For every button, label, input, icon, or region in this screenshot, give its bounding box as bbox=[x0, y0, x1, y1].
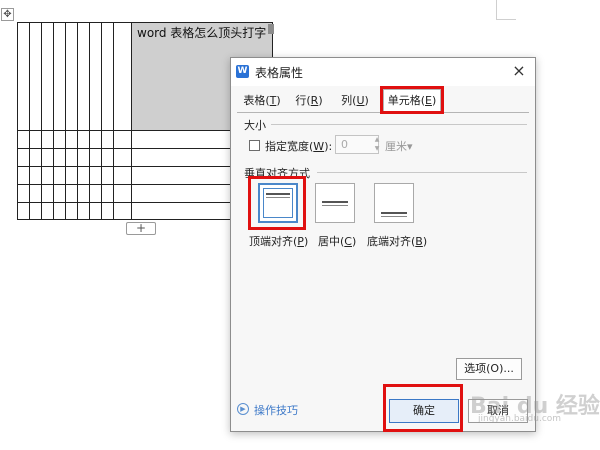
align-center-label-end: ) bbox=[351, 235, 357, 248]
align-center-option[interactable] bbox=[315, 183, 355, 223]
tab-table[interactable]: 表格(T) bbox=[237, 91, 287, 111]
align-center-label[interactable]: 居中(C) bbox=[318, 233, 356, 249]
selection-end-marker bbox=[268, 24, 274, 34]
highlight-ok-button bbox=[383, 384, 463, 432]
close-button[interactable]: × bbox=[509, 61, 529, 81]
width-label-end: ): bbox=[324, 140, 333, 153]
width-spinner-icon[interactable]: ▲ ▼ bbox=[373, 135, 381, 154]
align-center-icon-line bbox=[322, 205, 348, 206]
align-bottom-label-text: 底端对齐( bbox=[367, 235, 416, 248]
table-move-handle-icon[interactable]: ✥ bbox=[1, 8, 14, 21]
tab-column[interactable]: 列(U) bbox=[335, 91, 375, 111]
play-circle-icon[interactable]: ▶ bbox=[237, 403, 249, 415]
size-section-label: 大小 bbox=[244, 119, 266, 132]
tab-table-end: ) bbox=[276, 94, 281, 107]
align-center-icon bbox=[322, 201, 348, 203]
dialog-title: 表格属性 bbox=[255, 66, 304, 80]
width-label-key: W bbox=[313, 140, 325, 153]
operation-tips-link[interactable]: 操作技巧 bbox=[254, 402, 298, 418]
size-section-divider bbox=[271, 124, 527, 125]
align-bottom-label[interactable]: 底端对齐(B) bbox=[367, 233, 427, 249]
specify-width-checkbox[interactable] bbox=[249, 140, 260, 151]
wps-writer-icon: W bbox=[236, 65, 249, 78]
align-bottom-icon-line bbox=[381, 216, 407, 217]
highlight-align-top bbox=[248, 176, 306, 230]
tab-row-end: ) bbox=[318, 94, 323, 107]
dialog-titlebar[interactable]: W 表格属性 × bbox=[231, 58, 535, 86]
align-top-label-key: P bbox=[297, 235, 304, 248]
align-top-label[interactable]: 顶端对齐(P) bbox=[249, 233, 308, 249]
align-bottom-label-key: B bbox=[415, 235, 423, 248]
highlight-cell-tab bbox=[380, 86, 444, 114]
tab-table-label: 表格( bbox=[243, 94, 270, 107]
align-top-label-end: ) bbox=[303, 235, 309, 248]
tab-row-label: 行( bbox=[295, 94, 311, 107]
page-corner-mark bbox=[496, 0, 516, 20]
valign-section-divider bbox=[317, 172, 527, 173]
align-center-label-text: 居中( bbox=[318, 235, 345, 248]
tab-column-end: ) bbox=[364, 94, 369, 107]
width-label-text: 指定宽度( bbox=[265, 140, 314, 153]
align-top-label-text: 顶端对齐( bbox=[249, 235, 298, 248]
table-properties-dialog: W 表格属性 × 表格(T) 行(R) 列(U) 单元格(E) 大小 指定宽度(… bbox=[230, 57, 536, 432]
tab-row[interactable]: 行(R) bbox=[289, 91, 329, 111]
options-button[interactable]: 选项(O)... bbox=[456, 358, 522, 380]
align-bottom-icon bbox=[381, 212, 407, 214]
align-center-label-key: C bbox=[344, 235, 352, 248]
specify-width-label: 指定宽度(W): bbox=[265, 138, 332, 154]
tab-column-label: 列( bbox=[341, 94, 357, 107]
tab-column-key: U bbox=[356, 94, 365, 107]
align-bottom-option[interactable] bbox=[374, 183, 414, 223]
baidu-watermark-url: jingyan.baidu.com bbox=[478, 414, 562, 424]
align-bottom-label-end: ) bbox=[422, 235, 428, 248]
unit-select[interactable]: 厘米▾ bbox=[385, 138, 413, 154]
add-row-button[interactable]: + bbox=[126, 222, 156, 235]
